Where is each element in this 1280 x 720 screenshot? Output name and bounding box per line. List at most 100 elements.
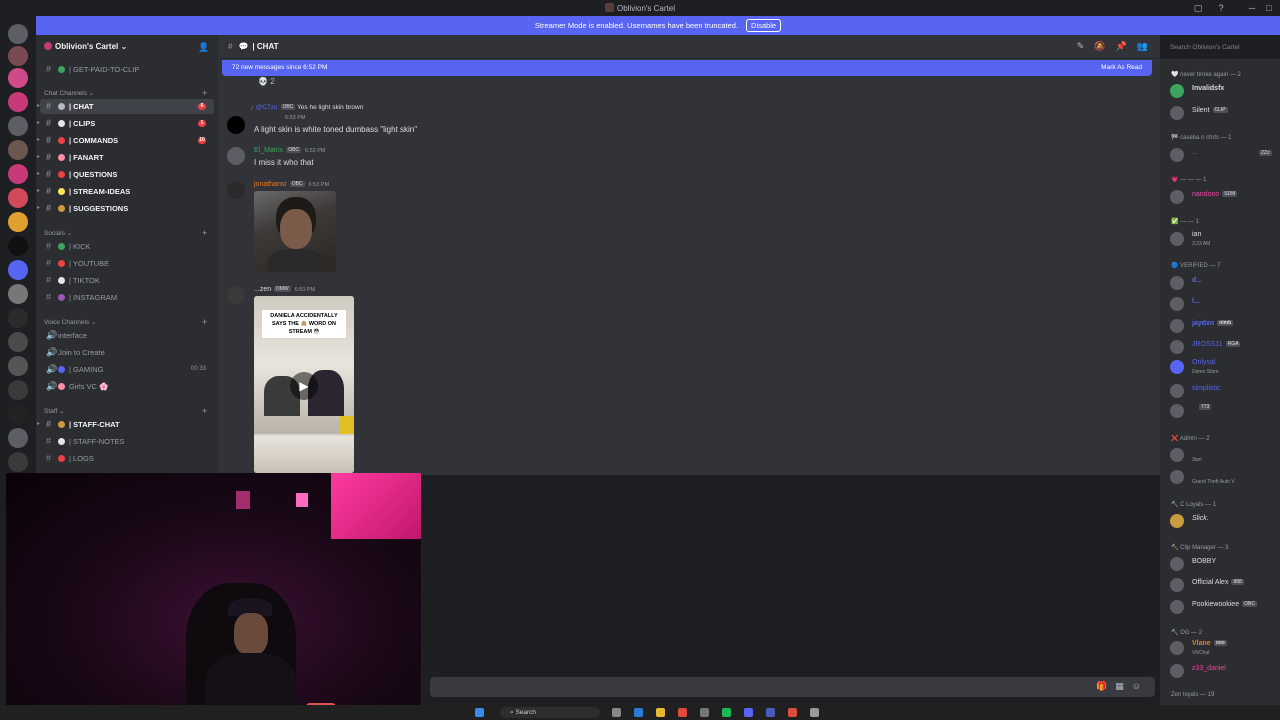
app-icon[interactable]: [788, 708, 797, 717]
server-icon[interactable]: [8, 212, 28, 232]
category-chat-channels[interactable]: Chat Channels ⌄ +: [44, 88, 207, 98]
channel-tiktok[interactable]: # | TIKTOK: [40, 273, 214, 288]
task-view-icon[interactable]: [612, 708, 621, 717]
maximize-button[interactable]: □: [1263, 2, 1275, 14]
disable-streamer-mode-button[interactable]: Disable: [746, 19, 782, 32]
channel-questions[interactable]: ▸ # | QUESTIONS: [37, 167, 214, 182]
avatar[interactable]: [227, 286, 245, 304]
channel-fanart[interactable]: ▸ # | FANART: [37, 150, 214, 165]
message-author[interactable]: ...zen DMW 6:53 PM: [254, 286, 315, 293]
voice-channel-join-to-create[interactable]: 🔊 Join to Create: [40, 345, 214, 360]
app-icon[interactable]: [700, 708, 709, 717]
new-messages-bar[interactable]: 72 new messages since 6:52 PM Mark As Re…: [222, 60, 1152, 76]
inbox-icon[interactable]: ▢: [1192, 2, 1204, 14]
server-icon[interactable]: [8, 260, 28, 280]
edge-icon[interactable]: [634, 708, 643, 717]
channel-get-paid-to-clip[interactable]: # | GET-PAID-TO-CLIP: [40, 62, 214, 77]
obs-icon[interactable]: [766, 708, 775, 717]
avatar[interactable]: [227, 181, 245, 199]
voice-channel-interface[interactable]: 🔊 interface: [40, 328, 214, 343]
server-header[interactable]: Oblivion's Cartel ⌄: [44, 42, 127, 51]
channel-instagram[interactable]: # | INSTAGRAM: [40, 290, 214, 305]
server-icon[interactable]: [8, 284, 28, 304]
taskbar-search[interactable]: ⌕ Search: [500, 707, 600, 718]
server-icon[interactable]: [8, 46, 28, 66]
add-channel-icon[interactable]: +: [202, 406, 207, 416]
server-icon[interactable]: [8, 380, 28, 400]
member-item[interactable]: nandooo SDM: [1170, 189, 1278, 205]
help-icon[interactable]: ?: [1215, 2, 1227, 14]
channel-stream-ideas[interactable]: ▸ # | STREAM-IDEAS: [37, 184, 214, 199]
server-icon[interactable]: [8, 92, 28, 112]
add-channel-icon[interactable]: +: [202, 228, 207, 238]
add-channel-icon[interactable]: +: [202, 317, 207, 327]
category-socials[interactable]: Socials ⌄ +: [44, 228, 207, 238]
channel-commands[interactable]: ▸ # | COMMANDS 10: [37, 133, 214, 148]
server-icon[interactable]: [8, 308, 28, 328]
mark-as-read-button[interactable]: Mark As Read: [1101, 60, 1142, 76]
add-member-icon[interactable]: 👤: [198, 42, 209, 53]
server-icon[interactable]: [8, 188, 28, 208]
discord-icon[interactable]: [744, 708, 753, 717]
avatar[interactable]: [227, 116, 245, 134]
avatar[interactable]: [227, 147, 245, 165]
member-item[interactable]: ... ZZz: [1170, 147, 1278, 163]
app-icon[interactable]: [810, 708, 819, 717]
gift-icon[interactable]: 🎁: [1096, 681, 1115, 691]
channel-kick[interactable]: # | KICK: [40, 239, 214, 254]
server-icon[interactable]: [8, 452, 28, 472]
reply-preview[interactable]: ╭ @C7zu OBC Yes he light skin brown: [250, 103, 363, 111]
channel-youtube[interactable]: # | YOUTUBE: [40, 256, 214, 271]
member-item[interactable]: 3am: [1170, 447, 1278, 463]
channel-staff-notes[interactable]: # | STAFF-NOTES: [40, 434, 214, 449]
reaction-chip[interactable]: 💀 2: [258, 77, 275, 86]
member-item[interactable]: simplistic: [1170, 383, 1278, 399]
server-icon[interactable]: [8, 356, 28, 376]
channel-logs[interactable]: # | LOGS: [40, 451, 214, 466]
server-icon[interactable]: [8, 332, 28, 352]
message-author[interactable]: El_Matrix OBC 6:53 PM: [254, 147, 326, 154]
member-item[interactable]: d...: [1170, 275, 1278, 291]
member-item[interactable]: Pookiewookiee OBC: [1170, 599, 1278, 615]
member-item[interactable]: Invalidsfx: [1170, 83, 1278, 99]
chrome-icon[interactable]: [678, 708, 687, 717]
member-item[interactable]: Onlysal Demo Store: [1170, 359, 1278, 375]
member-item[interactable]: l...: [1170, 296, 1278, 312]
search-input[interactable]: Search Oblivion's Cartel: [1166, 41, 1280, 54]
pin-icon[interactable]: 📌: [1116, 41, 1137, 51]
home-icon[interactable]: [8, 24, 28, 44]
message-input[interactable]: 🎁▦☺: [430, 677, 1155, 697]
channel-chat[interactable]: ▸ # | CHAT 6: [37, 99, 214, 114]
member-item[interactable]: Slick.: [1170, 513, 1278, 529]
category-voice-channels[interactable]: Voice Channels ⌄ +: [44, 317, 207, 327]
voice-channel-gaming[interactable]: 🔊 | GAMING 00 33: [40, 362, 214, 377]
windows-start-icon[interactable]: [475, 708, 484, 717]
member-item[interactable]: Vlane ooo VRChat: [1170, 640, 1278, 656]
channel-suggestions[interactable]: ▸ # | SUGGESTIONS: [37, 201, 214, 216]
add-channel-icon[interactable]: +: [202, 88, 207, 98]
play-icon[interactable]: ▶: [290, 372, 318, 400]
server-icon[interactable]: [8, 404, 28, 424]
image-attachment[interactable]: [254, 191, 336, 272]
member-item[interactable]: jaydxn nimb: [1170, 318, 1278, 334]
minimize-button[interactable]: ─: [1246, 2, 1258, 14]
channel-clips[interactable]: ▸ # | CLIPS 1: [37, 116, 214, 131]
server-icon[interactable]: [8, 428, 28, 448]
spotify-icon[interactable]: [722, 708, 731, 717]
server-icon[interactable]: [8, 236, 28, 256]
server-icon[interactable]: [8, 164, 28, 184]
server-icon[interactable]: [8, 140, 28, 160]
member-item[interactable]: BOBBY: [1170, 556, 1278, 572]
category-staff[interactable]: Staff ⌄ +: [44, 406, 207, 416]
server-icon[interactable]: [8, 116, 28, 136]
member-item[interactable]: Official Alex 888: [1170, 577, 1278, 593]
threads-icon[interactable]: ✎: [1077, 41, 1095, 51]
emoji-icon[interactable]: ☺: [1132, 681, 1149, 691]
mute-icon[interactable]: 🔕: [1094, 41, 1115, 51]
server-icon[interactable]: [8, 68, 28, 88]
member-item[interactable]: JROSS11 RGA: [1170, 339, 1278, 355]
member-item[interactable]: 773: [1170, 403, 1278, 419]
channel-staff-chat[interactable]: ▸ # | STAFF-CHAT: [37, 417, 214, 432]
video-attachment[interactable]: DANIELA ACCIDENTALLY SAYS THE 🙊 WORD ON …: [254, 296, 354, 473]
message-author[interactable]: jonathansr OBC 6:53 PM: [254, 181, 329, 188]
